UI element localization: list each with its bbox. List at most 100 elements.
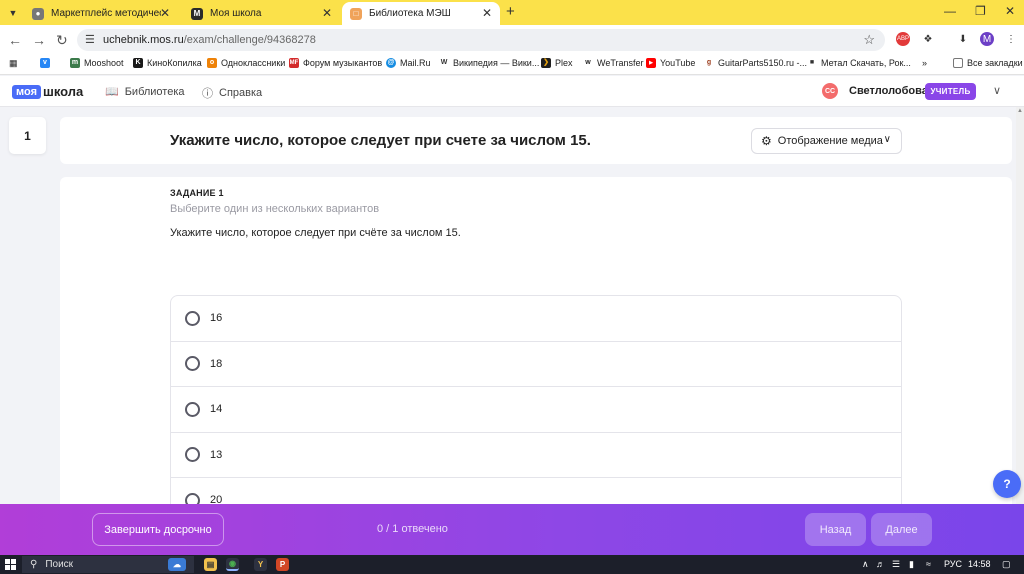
yandex-browser-icon[interactable]: Y <box>254 558 267 571</box>
radio-button[interactable] <box>185 447 200 463</box>
vk-icon: v <box>40 58 50 68</box>
windows-start-icon[interactable] <box>5 559 16 570</box>
bookmark-vk[interactable]: v <box>40 58 54 68</box>
media-display-dropdown[interactable]: ⚙ Отображение медиа ∨ <box>751 128 902 154</box>
chrome-icon[interactable]: ◉ <box>226 558 239 571</box>
site-info-icon[interactable]: ☰ <box>85 33 95 46</box>
answer-option[interactable]: 20 <box>171 478 901 504</box>
battery-icon[interactable]: ▮ <box>909 559 914 570</box>
wikipedia-icon: W <box>439 58 449 68</box>
radio-button[interactable] <box>185 356 200 372</box>
globe-icon: ● <box>32 7 44 20</box>
radio-button[interactable] <box>185 401 200 417</box>
metal-icon: ■ <box>807 58 817 68</box>
moya-shkola-logo[interactable]: моя школа <box>12 84 83 99</box>
address-bar[interactable]: ☰ uchebnik.mos.ru/exam/challenge/9436827… <box>77 29 885 51</box>
bookmark-odnoklassniki[interactable]: o Одноклассники <box>207 58 285 68</box>
next-button[interactable]: Далее <box>871 513 932 546</box>
bookmarks-overflow-icon[interactable]: » <box>922 58 927 68</box>
book-open-icon: 📖 <box>105 86 119 98</box>
answer-option-label: 18 <box>210 357 223 370</box>
finish-early-button[interactable]: Завершить досрочно <box>92 513 224 546</box>
radio-button[interactable] <box>185 310 200 326</box>
minimize-icon[interactable]: — <box>944 4 956 18</box>
browser-toolbar: ← → ↻ ☰ uchebnik.mos.ru/exam/challenge/9… <box>0 25 1024 55</box>
user-name[interactable]: Светлолобова <box>849 85 928 97</box>
answer-option[interactable]: 13 <box>171 433 901 478</box>
ok-icon: o <box>207 58 217 68</box>
mf-icon: MF <box>289 58 299 68</box>
reload-icon[interactable]: ↻ <box>56 32 68 49</box>
apps-grid-icon[interactable]: ▦ <box>9 58 18 69</box>
powerpoint-icon[interactable]: P <box>276 558 289 571</box>
bookmark-youtube[interactable]: ▶ YouTube <box>646 58 695 68</box>
answer-option[interactable]: 14 <box>171 387 901 433</box>
user-avatar[interactable]: СС <box>822 83 838 99</box>
question-circle-icon: ⓘ <box>202 88 213 100</box>
tab-marketplace[interactable]: ● Маркетплейс методических р ✕ <box>24 2 178 25</box>
wifi-icon[interactable]: ≈ <box>926 559 931 569</box>
network-icon[interactable]: ☰ <box>892 559 900 570</box>
scroll-up-arrow-icon[interactable]: ▲ <box>1017 108 1023 114</box>
bookmark-metal[interactable]: ■ Метал Скачать, Рок... <box>807 58 911 68</box>
bookmark-wikipedia[interactable]: W Википедия — Вики... <box>439 58 539 68</box>
chevron-down-icon[interactable]: ∨ <box>993 84 1001 97</box>
bookmark-plex[interactable]: ❯ Plex <box>541 58 573 68</box>
question-title-card: Укажите число, которое следует при счете… <box>60 117 1012 164</box>
nav-library[interactable]: 📖 Библиотека <box>105 85 185 99</box>
task-text: Укажите число, которое следует при счёте… <box>170 227 461 239</box>
window-close-icon[interactable]: ✕ <box>1005 4 1015 18</box>
radio-button[interactable] <box>185 492 200 504</box>
bookmarks-bar: ▦ v m Mooshoot K КиноКопилка o Одноклассник… <box>0 55 1024 75</box>
browser-menu-icon[interactable]: ⋮ <box>1004 32 1018 46</box>
weather-widget-icon[interactable]: ☁ <box>168 558 186 571</box>
question-title: Укажите число, которое следует при счете… <box>170 132 591 149</box>
answer-option-label: 16 <box>210 312 223 325</box>
tab-search-chevron-icon[interactable]: ▼ <box>4 4 22 21</box>
forward-arrow-icon[interactable]: → <box>32 32 46 48</box>
language-indicator[interactable]: РУС <box>944 559 962 569</box>
download-icon[interactable]: ⬇ <box>956 32 970 46</box>
back-arrow-icon[interactable]: ← <box>8 32 22 48</box>
all-bookmarks-folder[interactable]: Все закладки <box>953 58 1023 68</box>
answered-progress: 0 / 1 отвечено <box>377 523 448 535</box>
adblock-icon[interactable]: ABP <box>896 32 910 46</box>
back-button[interactable]: Назад <box>805 513 866 546</box>
extensions-puzzle-icon[interactable]: ❖ <box>921 32 935 46</box>
notifications-icon[interactable]: ▢ <box>1002 559 1011 570</box>
answer-option[interactable]: 16 <box>171 296 901 342</box>
tab-title: Маркетплейс методических р <box>51 8 161 19</box>
restore-icon[interactable]: ❐ <box>975 4 986 18</box>
volume-icon[interactable]: ♬ <box>876 559 885 569</box>
tab-biblioteka-mesh[interactable]: □ Библиотека МЭШ ✕ <box>342 2 500 25</box>
clock[interactable]: 14:58 <box>968 559 991 569</box>
bookmark-mailru[interactable]: @ Mail.Ru <box>386 58 431 68</box>
bookmark-guitarparts[interactable]: g GuitarParts5150.ru -... <box>704 58 807 68</box>
profile-avatar[interactable]: M <box>980 32 994 46</box>
bookmark-mooshoot[interactable]: m Mooshoot <box>70 58 124 68</box>
tab-title: Библиотека МЭШ <box>369 8 451 19</box>
nav-help[interactable]: ⓘ Справка <box>202 85 262 101</box>
browser-tabstrip: ▼ ● Маркетплейс методических р ✕ M Моя ш… <box>0 0 1024 25</box>
search-icon: ⚲ <box>30 559 38 570</box>
mooshoot-icon: m <box>70 58 80 68</box>
help-button[interactable]: ? <box>993 470 1021 498</box>
tab-moya-shkola[interactable]: M Моя школа ✕ <box>183 2 340 25</box>
answer-option[interactable]: 18 <box>171 342 901 387</box>
close-tab-icon[interactable]: ✕ <box>160 6 170 20</box>
page-scrollbar[interactable] <box>1016 107 1024 504</box>
question-number-button[interactable]: 1 <box>9 117 46 154</box>
bookmark-star-icon[interactable]: ☆ <box>863 32 875 48</box>
answer-options: 16 18 14 13 20 <box>170 295 902 504</box>
site-header: моя школа 📖 Библиотека ⓘ Справка СС Свет… <box>0 76 1024 107</box>
close-tab-icon[interactable]: ✕ <box>482 6 492 20</box>
bookmark-wetransfer[interactable]: w WeTransfer <box>583 58 644 68</box>
bookmark-kinokopilka[interactable]: K КиноКопилка <box>133 58 202 68</box>
book-icon: □ <box>350 7 362 20</box>
tray-chevron-icon[interactable]: ∧ <box>862 559 869 570</box>
close-tab-icon[interactable]: ✕ <box>322 6 332 20</box>
bookmark-forum[interactable]: MF Форум музыкантов <box>289 58 382 68</box>
m-logo-icon: M <box>191 7 203 20</box>
file-explorer-icon[interactable]: ▤ <box>204 558 217 571</box>
new-tab-icon[interactable]: + <box>506 3 515 20</box>
